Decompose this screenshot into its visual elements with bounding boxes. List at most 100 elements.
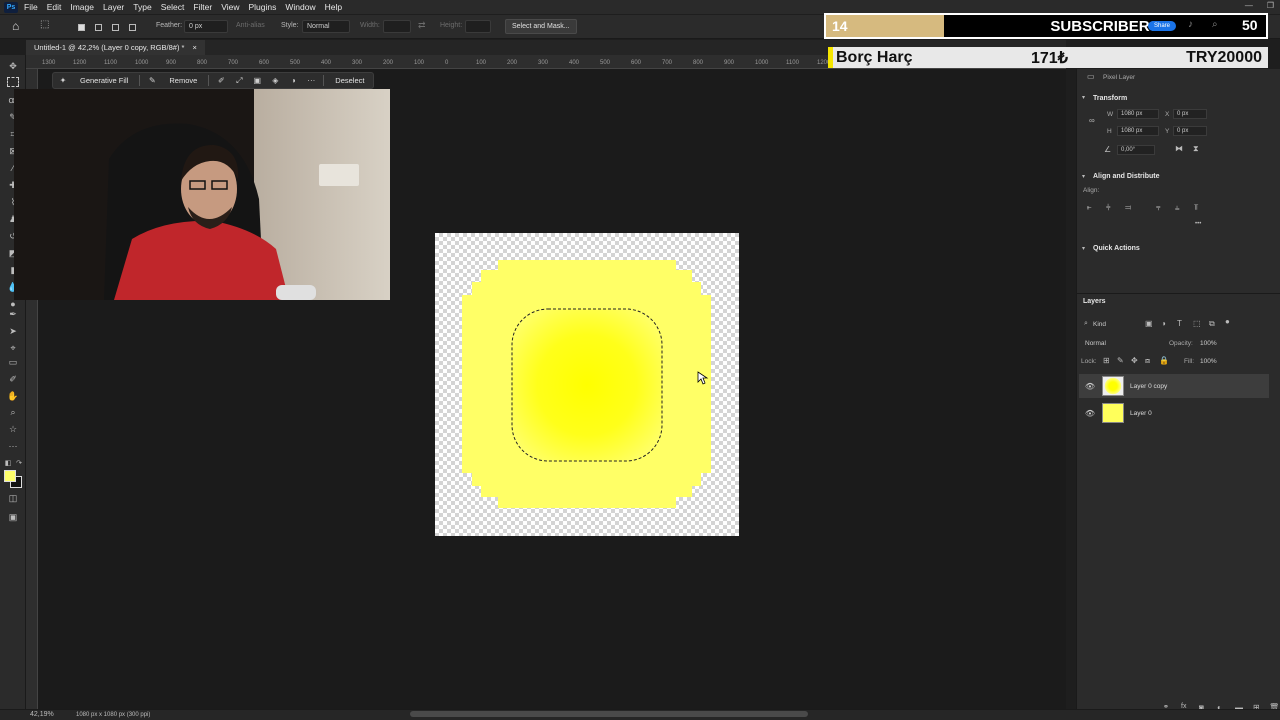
visibility-eye-icon[interactable]: 👁 (1083, 382, 1097, 391)
home-icon[interactable]: ⌂ (12, 19, 19, 33)
swap-icon[interactable]: ⇄ (418, 20, 426, 31)
screen-mode-icon[interactable]: ▣ (7, 512, 19, 523)
flip-horizontal-icon[interactable]: ⧓ (1175, 144, 1183, 153)
transform-title[interactable]: Transform (1093, 95, 1127, 102)
pen-tool-icon[interactable]: ✒ (7, 309, 19, 320)
transform-selection-icon[interactable]: ⤢ (233, 76, 245, 86)
brush-alt-icon[interactable]: ✐ (7, 374, 19, 385)
lock-artboard-icon[interactable]: ⧈ (1145, 356, 1150, 366)
fill-selection-icon[interactable]: ◈ (269, 76, 281, 85)
minimize-icon[interactable]: — (1245, 1, 1253, 10)
document-tab[interactable]: Untitled-1 @ 42,2% (Layer 0 copy, RGB/8#… (26, 40, 205, 55)
lock-position-icon[interactable]: ✥ (1131, 356, 1138, 365)
antialias-checkbox[interactable]: Anti-alias (236, 22, 265, 29)
flip-vertical-icon[interactable]: ⧗ (1193, 144, 1199, 154)
feather-input[interactable]: 0 px (184, 20, 228, 33)
modify-selection-icon[interactable]: ✐ (215, 76, 227, 85)
width-input[interactable] (383, 20, 411, 33)
horizontal-scrollbar[interactable] (410, 711, 808, 717)
collapse-icon[interactable]: ▾ (1082, 245, 1085, 252)
document-info[interactable]: 1080 px x 1080 px (300 ppi) (76, 712, 150, 718)
zoom-level[interactable]: 42,19% (30, 711, 54, 718)
align-middle-icon[interactable]: ⫨ (1175, 203, 1180, 213)
menu-help[interactable]: Help (325, 2, 342, 12)
layer-row-layer-0[interactable]: 👁 Layer 0 (1079, 401, 1269, 425)
align-top-icon[interactable]: ⫧ (1156, 203, 1161, 213)
star-icon[interactable]: ☆ (7, 424, 19, 435)
quick-actions-title[interactable]: Quick Actions (1093, 245, 1140, 252)
filter-pixel-icon[interactable]: ▣ (1145, 319, 1153, 328)
path-selection-icon[interactable]: ➤ (7, 326, 19, 337)
photoshop-logo[interactable]: Ps (4, 1, 18, 13)
intersect-selection-icon[interactable] (129, 24, 136, 31)
marquee-tool-icon[interactable] (7, 77, 19, 87)
share-button[interactable]: Share (1148, 21, 1177, 31)
height-input[interactable] (465, 20, 491, 33)
link-icon[interactable]: ∞ (1089, 116, 1095, 125)
rectangle-tool-icon[interactable]: ▭ (7, 357, 19, 368)
lock-image-icon[interactable]: ✎ (1117, 356, 1124, 365)
angle-field[interactable]: 0,00° (1117, 145, 1155, 155)
menu-file[interactable]: File (24, 2, 38, 12)
generative-fill-button[interactable]: Generative Fill (75, 74, 133, 87)
filter-adjustment-icon[interactable]: ◑ (1161, 319, 1166, 328)
align-right-icon[interactable]: ⫤ (1125, 203, 1131, 213)
menu-plugins[interactable]: Plugins (248, 2, 276, 12)
menu-view[interactable]: View (221, 2, 239, 12)
menu-image[interactable]: Image (70, 2, 94, 12)
y-field[interactable]: 0 px (1173, 126, 1207, 136)
filter-kind-select[interactable]: Kind (1093, 321, 1106, 328)
mask-icon[interactable]: ▣ (251, 76, 263, 85)
menu-select[interactable]: Select (161, 2, 185, 12)
zoom-tool-icon[interactable]: ⌕ (7, 407, 19, 418)
add-selection-icon[interactable] (95, 24, 102, 31)
adjustment-icon[interactable]: ◑ (287, 76, 299, 85)
width-field[interactable]: 1080 px (1117, 109, 1159, 119)
restore-icon[interactable]: ❐ (1267, 1, 1274, 10)
layer-row-layer-0-copy[interactable]: 👁 Layer 0 copy (1079, 374, 1269, 398)
align-distribute-title[interactable]: Align and Distribute (1093, 173, 1160, 180)
subtract-selection-icon[interactable] (112, 24, 119, 31)
align-center-h-icon[interactable]: ⫩ (1106, 203, 1111, 213)
quick-mask-icon[interactable]: ◫ (7, 493, 19, 504)
deselect-button[interactable]: Deselect (330, 74, 369, 87)
document-canvas[interactable] (435, 233, 739, 536)
fill-input[interactable]: 100% (1200, 358, 1217, 365)
move-tool-icon[interactable]: ✥ (7, 61, 19, 72)
filter-shape-icon[interactable]: ⬚ (1193, 319, 1201, 328)
menu-window[interactable]: Window (285, 2, 315, 12)
foreground-color-swatch[interactable] (4, 470, 16, 482)
lock-transparency-icon[interactable]: ⊞ (1103, 356, 1110, 365)
filter-type-icon[interactable]: T (1177, 319, 1182, 328)
search-icon[interactable]: ⌕ (1212, 19, 1218, 30)
height-field[interactable]: 1080 px (1117, 126, 1159, 136)
menu-edit[interactable]: Edit (47, 2, 62, 12)
new-selection-icon[interactable] (78, 24, 85, 31)
close-tab-icon[interactable]: × (192, 43, 196, 52)
more-align-options-icon[interactable]: ••• (1195, 221, 1201, 227)
marquee-tool-preset-icon[interactable]: ⬚ (40, 19, 49, 30)
collapse-icon[interactable]: ▾ (1082, 94, 1085, 101)
opacity-input[interactable]: 100% (1200, 340, 1217, 347)
filter-toggle-icon[interactable]: ● (1225, 317, 1230, 326)
visibility-eye-icon[interactable]: 👁 (1083, 409, 1097, 418)
more-tools-icon[interactable]: ··· (7, 441, 19, 452)
select-and-mask-button[interactable]: Select and Mask... (505, 19, 577, 34)
style-select[interactable]: Normal (302, 20, 350, 33)
menu-layer[interactable]: Layer (103, 2, 124, 12)
filter-smart-object-icon[interactable]: ⧉ (1209, 319, 1215, 329)
remove-button[interactable]: Remove (164, 74, 202, 87)
hand-tool-icon[interactable]: ✋ (7, 391, 19, 402)
direct-selection-icon[interactable]: ⌖ (7, 343, 19, 354)
align-left-icon[interactable]: ⫦ (1087, 203, 1092, 213)
menu-filter[interactable]: Filter (193, 2, 212, 12)
bell-icon[interactable]: ♪ (1188, 19, 1193, 30)
align-bottom-icon[interactable]: ⫪ (1194, 203, 1199, 213)
layers-panel-title[interactable]: Layers (1083, 298, 1106, 305)
x-field[interactable]: 0 px (1173, 109, 1207, 119)
lock-all-icon[interactable]: 🔒 (1159, 356, 1169, 365)
swap-colors-icon[interactable]: ↷ (13, 458, 25, 469)
more-options-icon[interactable]: ··· (305, 76, 317, 85)
blend-mode-select[interactable]: Normal (1085, 340, 1106, 347)
menu-type[interactable]: Type (133, 2, 151, 12)
